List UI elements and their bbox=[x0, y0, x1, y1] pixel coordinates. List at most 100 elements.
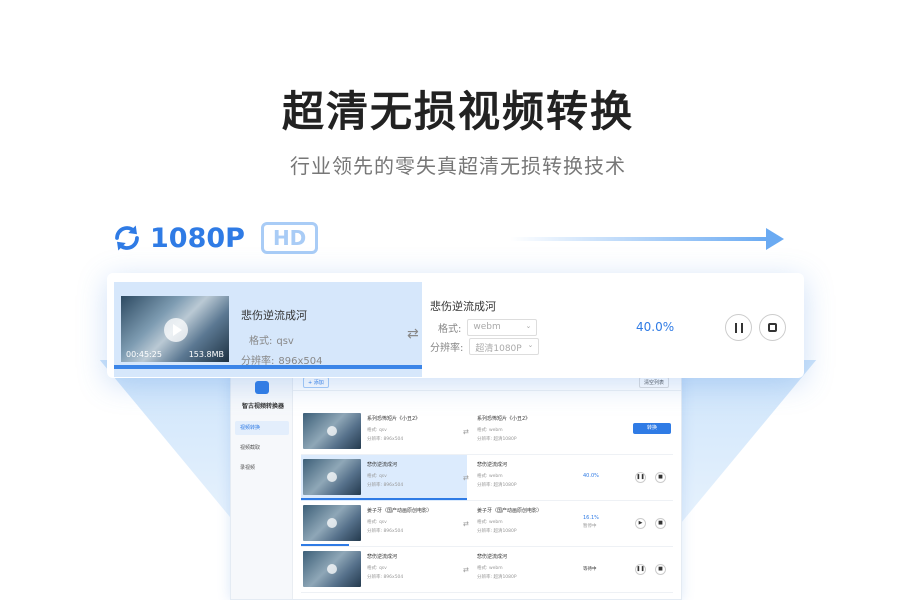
video-thumbnail bbox=[303, 413, 361, 449]
format-select-value: webm bbox=[473, 322, 501, 332]
source-format: 格式: qsv bbox=[367, 566, 387, 571]
play-icon[interactable] bbox=[327, 426, 337, 436]
list-item[interactable]: 姜子牙（国产动画原创电影） 格式: qsv 分辨率: 896x504 ⇄ 姜子牙… bbox=[301, 501, 673, 547]
source-format: 格式: qsv bbox=[249, 329, 294, 348]
resolution-label: 1080P bbox=[150, 222, 245, 254]
target-resolution[interactable]: 分辨率: 超清1080P bbox=[477, 436, 517, 442]
format-label: 格式: bbox=[249, 336, 273, 347]
resolution-select-value: 超清1080P bbox=[475, 344, 522, 354]
clear-list-button[interactable]: 清空列表 bbox=[638, 377, 669, 388]
source-cell: 悲伤逆流成河 格式: qsv 分辨率: 896x504 bbox=[301, 455, 467, 501]
convert-arrow-icon: ⇄ bbox=[463, 474, 469, 482]
resolution-banner: 1080P HD bbox=[112, 222, 319, 254]
target-format[interactable]: 格式: webm bbox=[477, 473, 503, 479]
target-name: 悲伤逆流成河 bbox=[430, 300, 496, 313]
format-value: qsv bbox=[276, 336, 294, 347]
source-format: 格式: qsv bbox=[367, 520, 387, 525]
target-resolution[interactable]: 分辨率: 超清1080P bbox=[477, 574, 517, 580]
pause-button[interactable] bbox=[725, 314, 752, 341]
pause-icon bbox=[735, 323, 743, 333]
progress-bar bbox=[301, 498, 467, 500]
play-icon[interactable] bbox=[327, 472, 337, 482]
target-name: 姜子牙（国产动画原创电影） bbox=[477, 508, 543, 514]
video-thumbnail: 00:45:25 153.8MB bbox=[121, 296, 229, 362]
resolution-select[interactable]: 超清1080P ⌄ bbox=[469, 338, 540, 355]
status-text: 暂停中 bbox=[583, 524, 597, 529]
format-select[interactable]: webm ⌄ bbox=[467, 319, 538, 336]
hero-subtitle: 行业领先的零失真超清无损转换技术 bbox=[290, 154, 626, 178]
target-resolution[interactable]: 分辨率: 超清1080P bbox=[477, 528, 517, 534]
progress-bar bbox=[301, 544, 349, 546]
video-thumbnail bbox=[303, 459, 361, 495]
target-name: 系列恐怖短片《小丑2》 bbox=[477, 416, 531, 422]
arrow-right-icon bbox=[766, 228, 784, 250]
list-item[interactable]: 系列恐怖短片《小丑2》 格式: qsv 分辨率: 896x504 ⇄ 系列恐怖短… bbox=[301, 409, 673, 455]
convert-arrow-icon: ⇄ bbox=[407, 326, 419, 342]
source-panel: 00:45:25 153.8MB 悲伤逆流成河 格式: qsv 分辨率: 896x5… bbox=[114, 282, 422, 377]
format-label: 格式: bbox=[438, 324, 462, 335]
convert-arrow-icon: ⇄ bbox=[463, 566, 469, 574]
add-file-button[interactable]: + 添加 bbox=[303, 377, 329, 388]
conversion-card[interactable]: 00:45:25 153.8MB 悲伤逆流成河 格式: qsv 分辨率: 896x5… bbox=[107, 273, 804, 378]
hd-badge: HD bbox=[260, 222, 319, 254]
pause-icon[interactable]: ❚❚ bbox=[635, 564, 646, 575]
convert-arrow-icon: ⇄ bbox=[463, 428, 469, 436]
play-icon[interactable]: ▶ bbox=[635, 518, 646, 529]
source-name: 悲伤逆流成河 bbox=[241, 309, 307, 322]
source-name: 悲伤逆流成河 bbox=[367, 554, 398, 560]
list-item[interactable]: 悲伤逆流成河 格式: qsv 分辨率: 896x504 ⇄ 悲伤逆流成河 格式:… bbox=[301, 455, 673, 501]
progress-bar bbox=[114, 365, 422, 369]
video-thumbnail bbox=[303, 551, 361, 587]
chevron-down-icon: ⌄ bbox=[525, 322, 532, 330]
target-resolution: 分辨率: 超清1080P ⌄ bbox=[430, 338, 540, 355]
source-name: 系列恐怖短片《小丑2》 bbox=[367, 416, 421, 422]
app-name: 智古视频转换器 bbox=[241, 403, 284, 410]
resolution-label: 分辨率: bbox=[430, 343, 464, 354]
play-icon[interactable] bbox=[327, 518, 337, 528]
sidebar-item-record[interactable]: 录视频 bbox=[235, 461, 289, 475]
target-name: 悲伤逆流成河 bbox=[477, 554, 508, 560]
app-window: 智古视频转换器 视频转换 视频截取 录视频 + 添加 清空列表 系列恐怖短片《小… bbox=[230, 372, 682, 600]
stop-icon bbox=[768, 323, 777, 332]
target-format[interactable]: 格式: webm bbox=[477, 427, 503, 433]
source-name: 悲伤逆流成河 bbox=[367, 462, 398, 468]
target-resolution[interactable]: 分辨率: 超清1080P bbox=[477, 482, 517, 488]
source-resolution: 分辨率: 896x504 bbox=[367, 575, 404, 580]
convert-button[interactable]: 转换 bbox=[633, 423, 671, 434]
sidebar: 智古视频转换器 视频转换 视频截取 录视频 bbox=[231, 373, 293, 599]
pause-icon[interactable]: ❚❚ bbox=[635, 472, 646, 483]
video-thumbnail bbox=[303, 505, 361, 541]
play-icon[interactable] bbox=[327, 564, 337, 574]
target-name: 悲伤逆流成河 bbox=[477, 462, 508, 468]
refresh-icon bbox=[115, 225, 139, 251]
convert-arrow-icon: ⇄ bbox=[463, 520, 469, 528]
source-cell: 悲伤逆流成河 格式: qsv 分辨率: 896x504 bbox=[301, 547, 467, 593]
source-cell: 姜子牙（国产动画原创电影） 格式: qsv 分辨率: 896x504 bbox=[301, 501, 467, 547]
sidebar-item-convert[interactable]: 视频转换 bbox=[235, 421, 289, 435]
file-size: 153.8MB bbox=[188, 350, 224, 359]
stop-icon[interactable]: ■ bbox=[655, 518, 666, 529]
progress-percent: 40.0% bbox=[583, 473, 599, 479]
target-format: 格式: webm ⌄ bbox=[438, 319, 538, 336]
progress-percent: 40.0% bbox=[636, 320, 675, 334]
video-duration: 00:45:25 bbox=[126, 350, 162, 359]
source-resolution: 分辨率: 896x504 bbox=[367, 483, 404, 488]
stop-button[interactable] bbox=[759, 314, 786, 341]
target-format[interactable]: 格式: webm bbox=[477, 519, 503, 525]
stop-icon[interactable]: ■ bbox=[655, 564, 666, 575]
source-cell: 系列恐怖短片《小丑2》 格式: qsv 分辨率: 896x504 bbox=[301, 409, 467, 455]
sidebar-item-clip[interactable]: 视频截取 bbox=[235, 441, 289, 455]
progress-arrow-line bbox=[510, 237, 768, 241]
hero-title: 超清无损视频转换 bbox=[281, 87, 634, 136]
source-resolution: 分辨率: 896x504 bbox=[367, 529, 404, 534]
source-name: 姜子牙（国产动画原创电影） bbox=[367, 508, 433, 514]
status-text: 等待中 bbox=[583, 567, 597, 572]
target-format[interactable]: 格式: webm bbox=[477, 565, 503, 571]
chevron-down-icon: ⌄ bbox=[527, 341, 534, 349]
source-resolution: 分辨率: 896x504 bbox=[367, 437, 404, 442]
stop-icon[interactable]: ■ bbox=[655, 472, 666, 483]
play-icon[interactable] bbox=[164, 318, 188, 342]
list-item[interactable]: 悲伤逆流成河 格式: qsv 分辨率: 896x504 ⇄ 悲伤逆流成河 格式:… bbox=[301, 547, 673, 593]
source-format: 格式: qsv bbox=[367, 474, 387, 479]
source-format: 格式: qsv bbox=[367, 428, 387, 433]
